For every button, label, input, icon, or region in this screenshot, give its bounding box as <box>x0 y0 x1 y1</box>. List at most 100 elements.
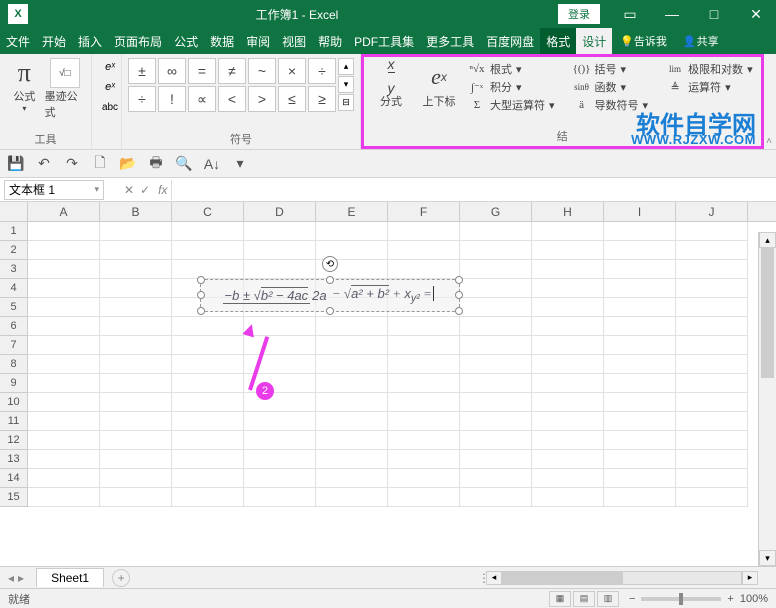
operator-button[interactable]: ≜运算符 ▾ <box>666 79 753 95</box>
sheet-prev-icon[interactable]: ◂ <box>8 571 14 585</box>
col-header-F[interactable]: F <box>388 202 460 221</box>
cell-A14[interactable] <box>28 469 100 488</box>
cell-G6[interactable] <box>460 317 532 336</box>
row-header-2[interactable]: 2 <box>0 241 28 260</box>
cell-B5[interactable] <box>100 298 172 317</box>
zoom-level[interactable]: 100% <box>740 593 768 605</box>
cell-D14[interactable] <box>244 469 316 488</box>
cell-E9[interactable] <box>316 374 388 393</box>
cell-I3[interactable] <box>604 260 676 279</box>
cell-I6[interactable] <box>604 317 676 336</box>
cell-H12[interactable] <box>532 431 604 450</box>
equation-button[interactable]: π 公式 ▾ <box>6 58 43 120</box>
cell-G15[interactable] <box>460 488 532 507</box>
cell-C2[interactable] <box>172 241 244 260</box>
cell-A13[interactable] <box>28 450 100 469</box>
integral-button[interactable]: ∫⁻ˣ积分 ▾ <box>468 79 555 95</box>
cell-D11[interactable] <box>244 412 316 431</box>
tab-format[interactable]: 格式 <box>540 28 576 54</box>
sym-ge[interactable]: ≥ <box>308 86 336 112</box>
cell-C7[interactable] <box>172 336 244 355</box>
cell-C8[interactable] <box>172 355 244 374</box>
cell-J4[interactable] <box>676 279 748 298</box>
cell-D6[interactable] <box>244 317 316 336</box>
cell-D7[interactable] <box>244 336 316 355</box>
zoom-out-icon[interactable]: − <box>629 593 635 605</box>
col-header-G[interactable]: G <box>460 202 532 221</box>
cell-J15[interactable] <box>676 488 748 507</box>
cell-F11[interactable] <box>388 412 460 431</box>
cell-H11[interactable] <box>532 412 604 431</box>
cell-D9[interactable] <box>244 374 316 393</box>
resize-handle-w[interactable] <box>197 291 205 299</box>
fraction-button[interactable]: xy 分式 <box>372 61 410 113</box>
resize-handle-sw[interactable] <box>197 307 205 315</box>
sort-icon[interactable]: A↓ <box>202 154 222 174</box>
cell-J1[interactable] <box>676 222 748 241</box>
cancel-formula-icon[interactable]: ✕ <box>124 183 134 197</box>
accent-button[interactable]: ä导数符号 ▾ <box>573 97 649 113</box>
row-header-7[interactable]: 7 <box>0 336 28 355</box>
function-button[interactable]: sinθ函数 ▾ <box>573 79 649 95</box>
cell-G13[interactable] <box>460 450 532 469</box>
conv-abc[interactable]: abc <box>100 98 120 116</box>
preview-icon[interactable]: 🔍 <box>174 154 194 174</box>
col-header-C[interactable]: C <box>172 202 244 221</box>
scroll-up-icon[interactable]: ▴ <box>759 232 776 248</box>
cell-C14[interactable] <box>172 469 244 488</box>
cell-G4[interactable] <box>460 279 532 298</box>
sym-inf[interactable]: ∞ <box>158 58 186 84</box>
cell-A1[interactable] <box>28 222 100 241</box>
cell-C3[interactable] <box>172 260 244 279</box>
name-box[interactable]: 文本框 1 ▾ <box>4 180 104 200</box>
cell-J11[interactable] <box>676 412 748 431</box>
cell-B7[interactable] <box>100 336 172 355</box>
login-button[interactable]: 登录 <box>558 4 600 24</box>
view-normal-icon[interactable]: ▦ <box>549 591 571 607</box>
sheet-next-icon[interactable]: ▸ <box>18 571 24 585</box>
cell-G1[interactable] <box>460 222 532 241</box>
cell-F1[interactable] <box>388 222 460 241</box>
hscroll-thumb[interactable] <box>503 572 623 584</box>
cell-J9[interactable] <box>676 374 748 393</box>
tab-baidu[interactable]: 百度网盘 <box>480 28 540 54</box>
cell-H13[interactable] <box>532 450 604 469</box>
cell-D3[interactable] <box>244 260 316 279</box>
tab-review[interactable]: 审阅 <box>240 28 276 54</box>
cell-D15[interactable] <box>244 488 316 507</box>
col-header-B[interactable]: B <box>100 202 172 221</box>
cell-D1[interactable] <box>244 222 316 241</box>
cell-F15[interactable] <box>388 488 460 507</box>
cell-H5[interactable] <box>532 298 604 317</box>
cell-G12[interactable] <box>460 431 532 450</box>
cell-H15[interactable] <box>532 488 604 507</box>
save-icon[interactable]: 💾 <box>6 154 26 174</box>
cell-G10[interactable] <box>460 393 532 412</box>
sym-gt[interactable]: > <box>248 86 276 112</box>
row-header-14[interactable]: 14 <box>0 469 28 488</box>
cell-B13[interactable] <box>100 450 172 469</box>
cell-E15[interactable] <box>316 488 388 507</box>
row-header-3[interactable]: 3 <box>0 260 28 279</box>
cell-H14[interactable] <box>532 469 604 488</box>
cell-F10[interactable] <box>388 393 460 412</box>
row-header-10[interactable]: 10 <box>0 393 28 412</box>
cell-A15[interactable] <box>28 488 100 507</box>
resize-handle-nw[interactable] <box>197 276 205 284</box>
scroll-right-icon[interactable]: ▸ <box>742 571 758 585</box>
sym-neq[interactable]: ≠ <box>218 58 246 84</box>
row-header-15[interactable]: 15 <box>0 488 28 507</box>
cell-E8[interactable] <box>316 355 388 374</box>
cell-B9[interactable] <box>100 374 172 393</box>
cell-C9[interactable] <box>172 374 244 393</box>
cell-I13[interactable] <box>604 450 676 469</box>
cell-I2[interactable] <box>604 241 676 260</box>
row-header-9[interactable]: 9 <box>0 374 28 393</box>
script-button[interactable]: ex 上下标 <box>420 61 458 113</box>
cell-H4[interactable] <box>532 279 604 298</box>
cell-A7[interactable] <box>28 336 100 355</box>
cell-G2[interactable] <box>460 241 532 260</box>
col-header-A[interactable]: A <box>28 202 100 221</box>
cell-I5[interactable] <box>604 298 676 317</box>
cell-D8[interactable] <box>244 355 316 374</box>
